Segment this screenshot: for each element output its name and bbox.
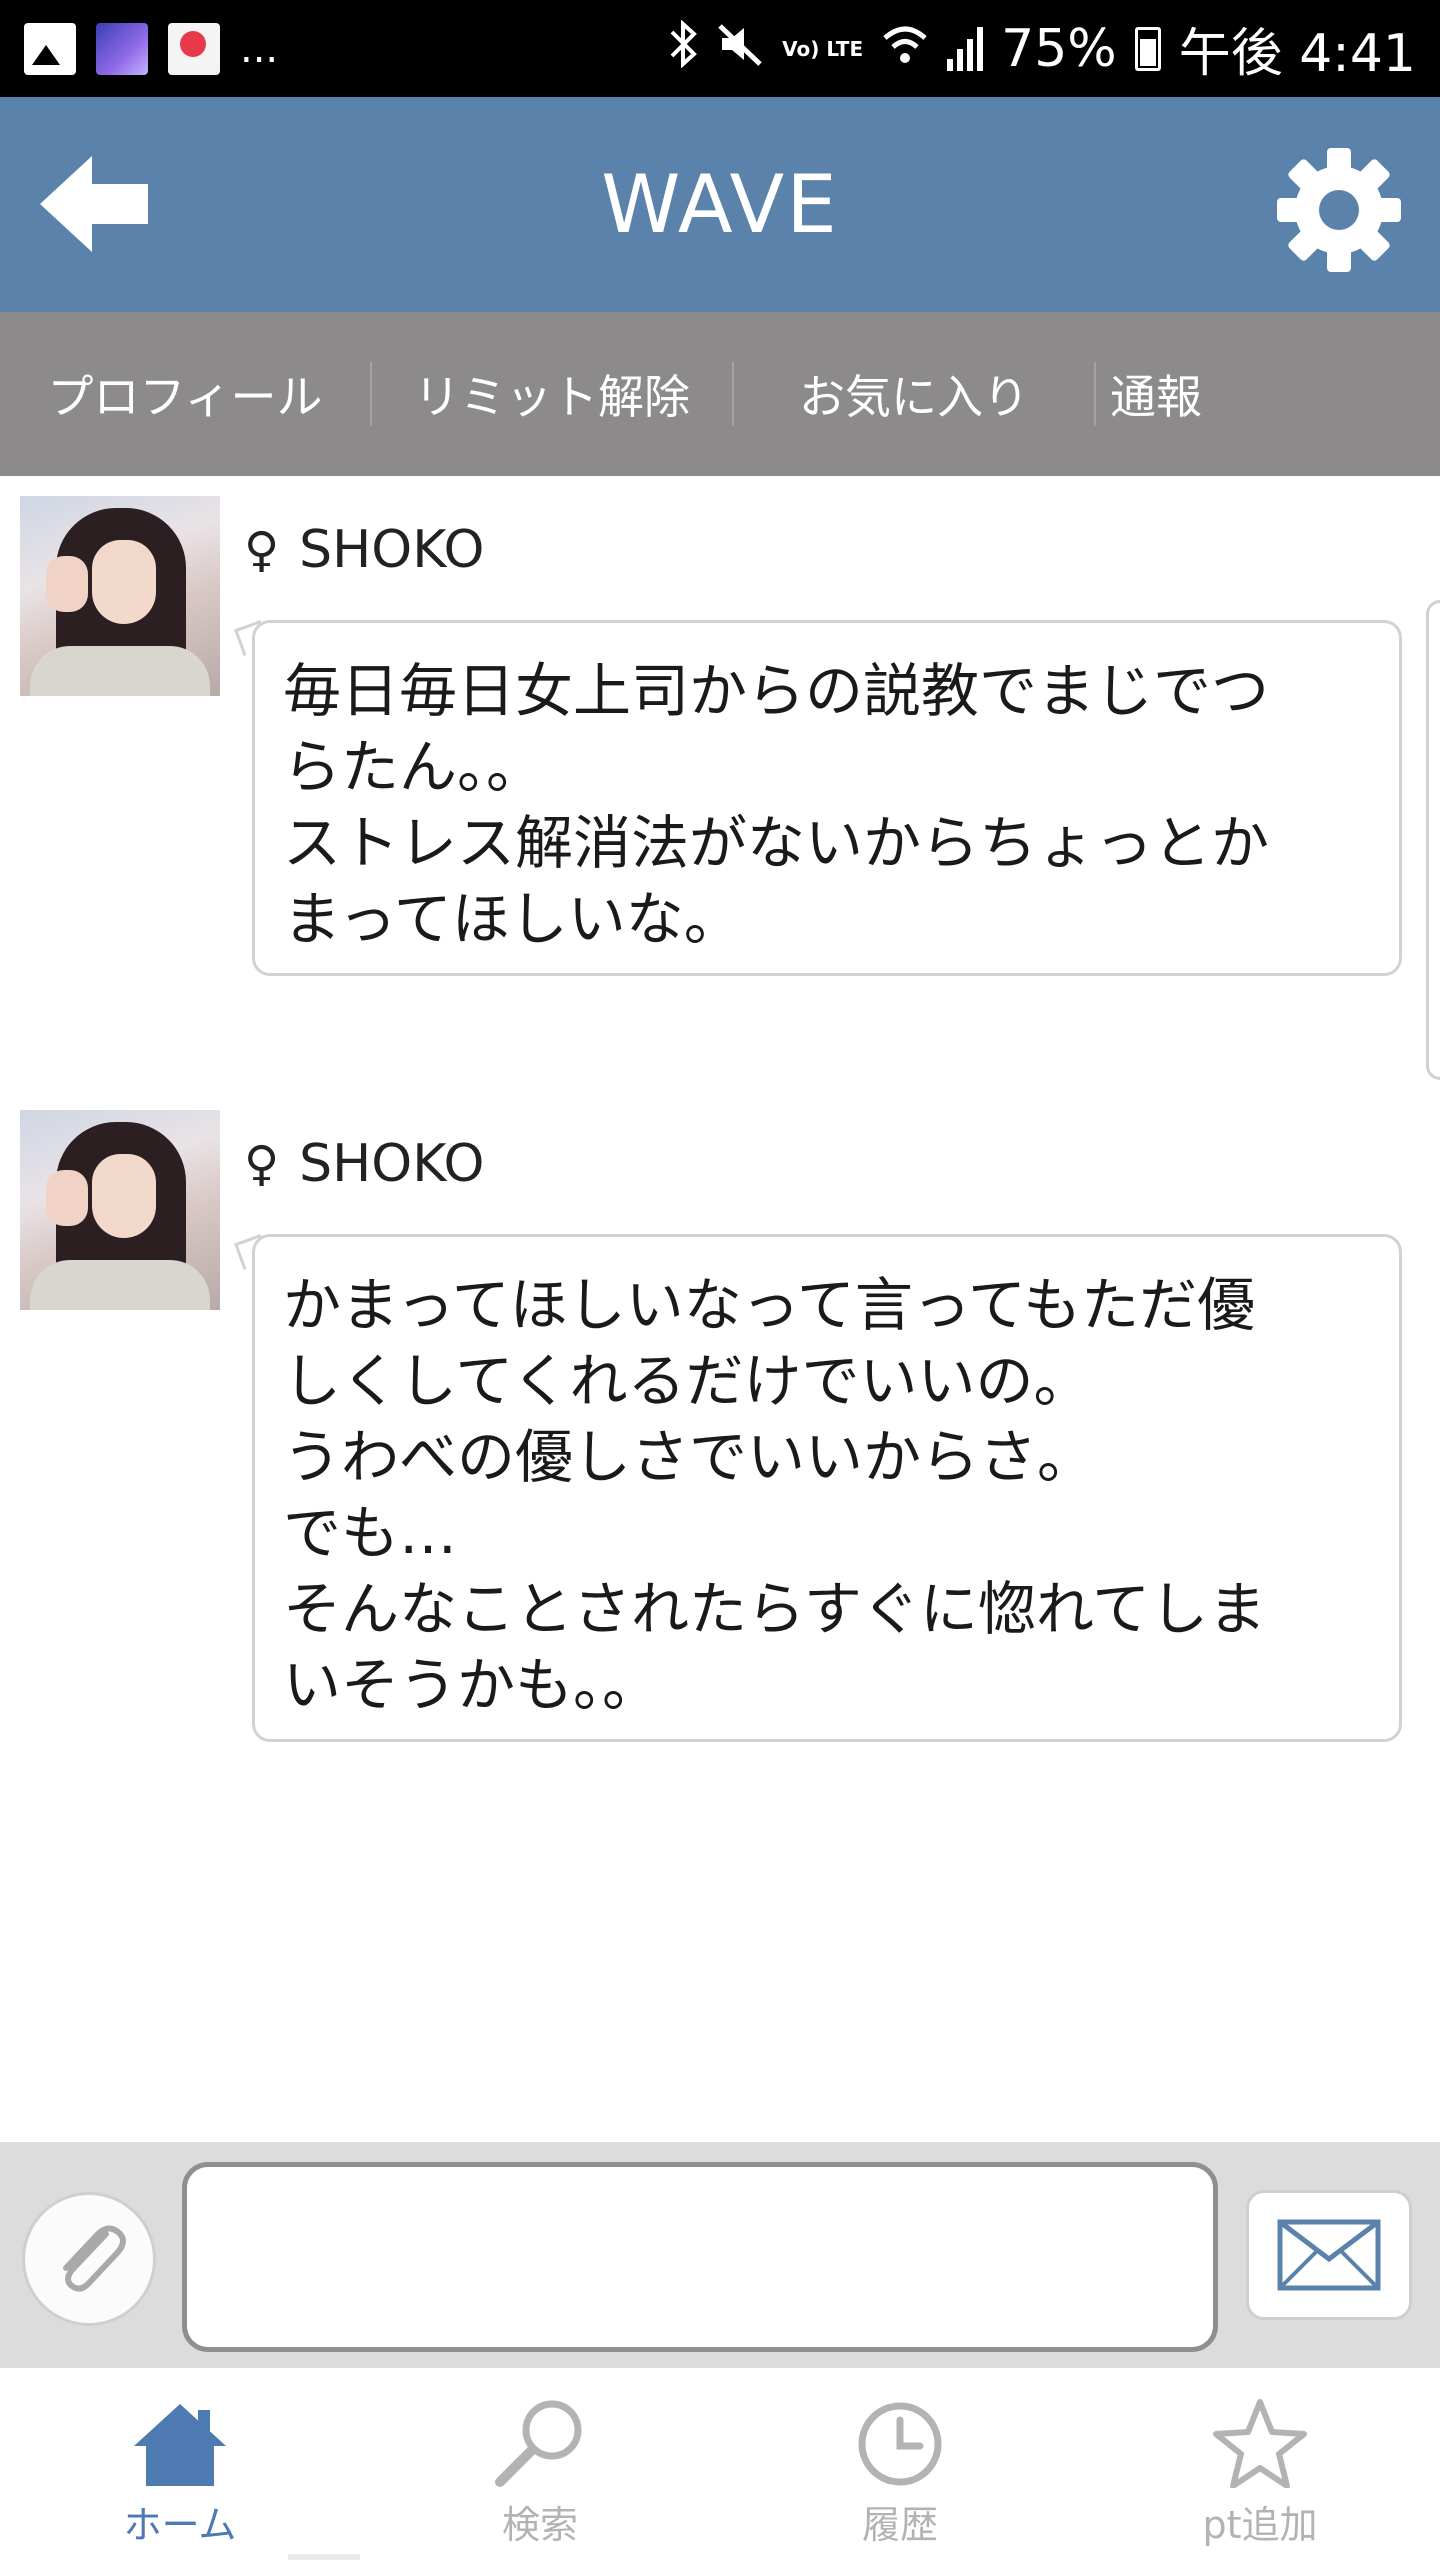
gallery-notification-icon [24,22,76,75]
female-icon: ♀ [244,1136,280,1192]
star-icon [1213,2399,1307,2488]
notification-icons: ... [24,22,279,75]
envelope-icon [1277,2219,1381,2291]
nav-history[interactable]: 履歴 [720,2368,1080,2560]
tab-profile[interactable]: プロフィール [0,344,370,444]
app-notification-icon [168,22,220,75]
back-button[interactable] [34,149,154,259]
tab-menu: プロフィール リミット解除 お気に入り 通報 [0,312,1440,476]
gear-icon [1277,148,1401,272]
app-notification-icon [96,22,148,75]
page-title: WAVE [601,158,839,251]
nav-label: ホーム [123,2503,237,2547]
tab-report[interactable]: 通報 [1096,344,1216,444]
nav-label: pt追加 [1202,2503,1318,2547]
system-status: Vo) LTE 75% 午後 4:41 [668,11,1416,86]
send-button[interactable] [1246,2190,1412,2320]
sender-name: ♀ SHOKO [244,1134,484,1194]
nav-indicator [288,2554,360,2560]
nav-label: 履歴 [861,2503,938,2547]
message-input[interactable] [182,2162,1218,2352]
sender-label: SHOKO [299,1134,485,1194]
status-bar: ... Vo) LTE 75% 午後 4:41 [0,0,1440,97]
app-header: WAVE [0,97,1440,312]
settings-button[interactable] [1274,145,1404,275]
clock-time: 午後 4:41 [1178,24,1416,84]
nav-label: 検索 [501,2503,578,2547]
compose-bar [0,2142,1440,2368]
message-bubble: かまってほしいなって言ってもただ優 しくしてくれるだけでいいの。 うわべの優しさ… [252,1234,1402,1742]
bottom-nav: ホーム 検索 履歴 pt追加 [0,2368,1440,2560]
signal-icon [947,26,984,71]
wifi-icon [881,22,929,76]
back-arrow-icon [40,156,148,252]
bluetooth-icon [668,18,698,78]
nav-home[interactable]: ホーム [0,2368,360,2560]
battery-icon [1134,26,1161,71]
message-bubble: 毎日毎日女上司からの説教でまじでつ らたん。。 ストレス解消法がないからちょっと… [252,620,1402,976]
battery-percent: 75% [1001,18,1117,79]
avatar[interactable] [20,1110,220,1310]
sender-name: ♀ SHOKO [244,520,484,580]
mute-icon [716,20,764,78]
sender-label: SHOKO [299,520,485,580]
scroll-edge [1426,600,1440,1080]
attach-button[interactable] [22,2192,156,2326]
tab-favorite[interactable]: お気に入り [734,344,1094,444]
nav-search[interactable]: 検索 [360,2368,720,2560]
nav-add-points[interactable]: pt追加 [1080,2368,1440,2560]
more-notifications: ... [240,25,279,72]
home-icon [134,2404,226,2486]
clock-icon [858,2402,942,2486]
search-icon [495,2400,582,2487]
female-icon: ♀ [244,522,280,578]
avatar[interactable] [20,496,220,696]
paperclip-icon [63,2225,126,2292]
network-type: Vo) LTE [782,36,864,61]
tab-limit-release[interactable]: リミット解除 [372,344,732,444]
